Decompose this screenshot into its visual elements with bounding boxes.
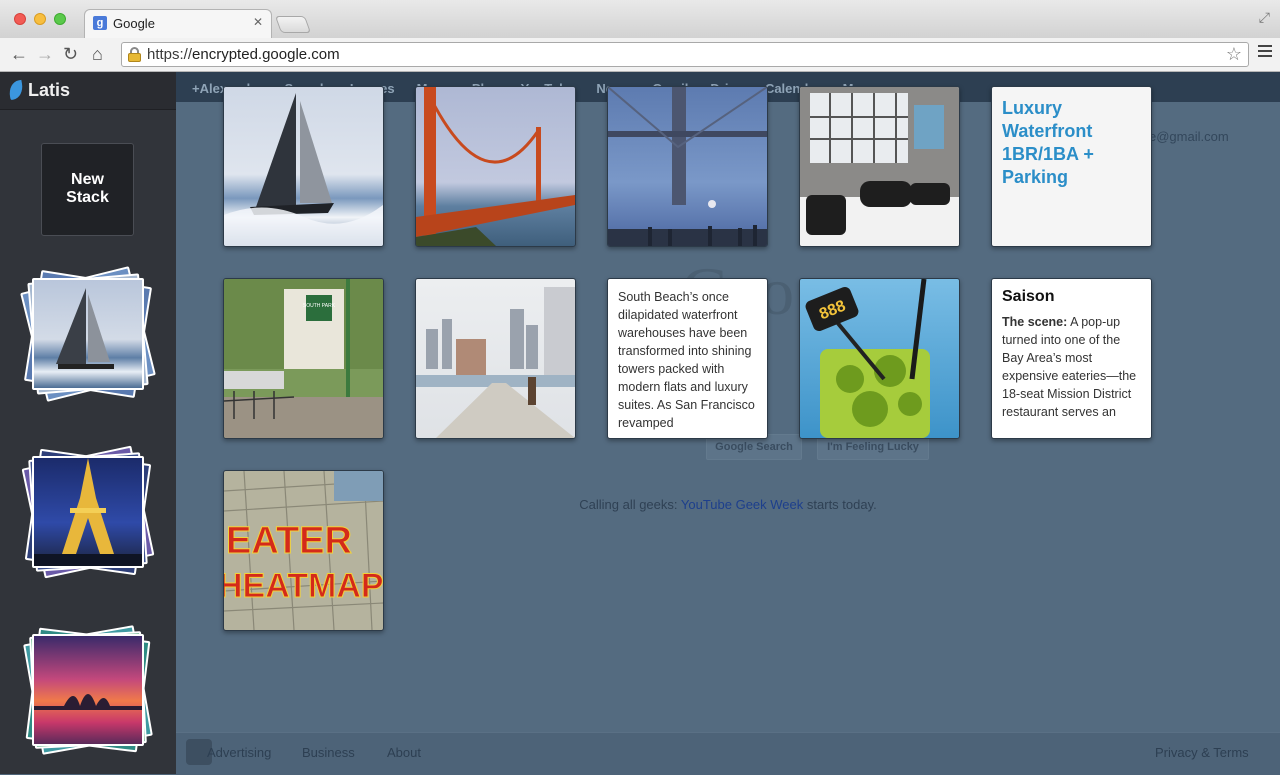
footer-advertising-link[interactable]: Advertising (207, 745, 271, 760)
tab-title: Google (113, 16, 155, 31)
cocktail-image: 888 (805, 279, 930, 438)
loft-interior-tile[interactable] (799, 86, 960, 247)
sydney-opera-thumbnail (32, 634, 144, 746)
sydney-stack[interactable] (22, 624, 154, 756)
new-stack-label-2: Stack (66, 189, 109, 206)
sailboat-stack[interactable] (20, 266, 156, 402)
window-close-button[interactable] (14, 13, 26, 25)
google-footer: Advertising Business About Privacy & Ter… (176, 732, 1280, 775)
url-text[interactable]: https://encrypted.google.com (147, 46, 340, 63)
eater-heatmap-tile[interactable]: EATER HEATMAP (223, 470, 384, 631)
address-bar[interactable]: https://encrypted.google.com ☆ (121, 42, 1249, 67)
golden-gate-image (416, 87, 575, 246)
browser-toolbar: ← → ↻ ⌂ https://encrypted.google.com ☆ (0, 38, 1280, 72)
latis-header: Latis (0, 72, 176, 110)
saison-article-body: The scene: A pop-up turned into one of t… (1002, 313, 1141, 421)
latis-logo-icon (7, 79, 25, 101)
eater-title-text: EATER (226, 520, 352, 562)
footer-about-link[interactable]: About (387, 745, 421, 760)
golden-gate-tile[interactable] (415, 86, 576, 247)
lock-icon (128, 47, 141, 62)
google-favicon-icon: g (93, 16, 107, 30)
bay-bridge-image (608, 87, 767, 246)
latis-sidebar: Latis New Stack (0, 72, 176, 774)
south-park-tile[interactable]: SOUTH PARK (223, 278, 384, 439)
browser-tab[interactable]: g Google ✕ (84, 9, 272, 38)
window-maximize-button[interactable] (54, 13, 66, 25)
tab-close-icon[interactable]: ✕ (253, 15, 263, 29)
sailboat-thumbnail (32, 278, 144, 390)
fullscreen-icon[interactable]: ⤢ (1259, 9, 1270, 26)
promo-text: Calling all geeks: (579, 497, 681, 512)
pier-tile[interactable] (415, 278, 576, 439)
eater-heatmap-image: EATER HEATMAP (224, 471, 383, 630)
eiffel-tower-thumbnail (32, 456, 144, 568)
sailboat-tile[interactable] (223, 86, 384, 247)
saison-article-text: A pop-up turned into one of the Bay Area… (1002, 315, 1137, 419)
footer-business-link[interactable]: Business (302, 745, 355, 760)
bookmark-star-icon[interactable]: ☆ (1226, 44, 1242, 65)
cocktail-tile[interactable]: 888 (799, 278, 960, 439)
loft-interior-image (800, 87, 959, 246)
saison-heading: Saison (1002, 288, 1055, 305)
south-beach-article-card[interactable]: South Beach’s once dilapidated waterfron… (607, 278, 768, 439)
listing-title[interactable]: Luxury Waterfront 1BR/1BA + Parking (1002, 97, 1141, 189)
browser-titlebar: g Google ✕ ⤢ (0, 0, 1280, 38)
url-scheme: https:// (147, 46, 193, 63)
promo-link[interactable]: YouTube Geek Week (681, 497, 803, 512)
heatmap-title-text: HEATMAP (224, 567, 383, 605)
window-minimize-button[interactable] (34, 13, 46, 25)
promo-suffix: starts today. (803, 497, 877, 512)
reload-icon[interactable]: ↻ (63, 43, 78, 65)
new-stack-button[interactable]: New Stack (41, 143, 134, 236)
home-icon[interactable]: ⌂ (92, 43, 103, 65)
eiffel-stack[interactable] (21, 445, 155, 579)
south-beach-article-text: South Beach’s once dilapidated waterfron… (618, 290, 755, 430)
park-sign-text: SOUTH PARK (303, 303, 336, 309)
saison-article-card[interactable]: Saison The scene: A pop-up turned into o… (991, 278, 1152, 439)
forward-arrow-icon[interactable]: → (36, 43, 54, 65)
new-stack-label-1: New (71, 171, 104, 188)
account-email[interactable]: e@gmail.com (1149, 129, 1229, 144)
back-arrow-icon[interactable]: ← (10, 43, 28, 65)
chrome-menu-icon[interactable] (1258, 45, 1272, 59)
latis-title: Latis (28, 80, 71, 100)
saison-lead: The scene: (1002, 315, 1068, 329)
new-tab-button[interactable] (274, 16, 312, 33)
footer-privacy-link[interactable]: Privacy & Terms (1155, 745, 1249, 760)
listing-card[interactable]: Luxury Waterfront 1BR/1BA + Parking (991, 86, 1152, 247)
url-host: encrypted.google.com (192, 46, 340, 63)
sailboat-image (224, 93, 383, 246)
bay-bridge-tile[interactable] (607, 86, 768, 247)
south-park-image: SOUTH PARK (224, 279, 383, 438)
pier-image (416, 287, 575, 438)
